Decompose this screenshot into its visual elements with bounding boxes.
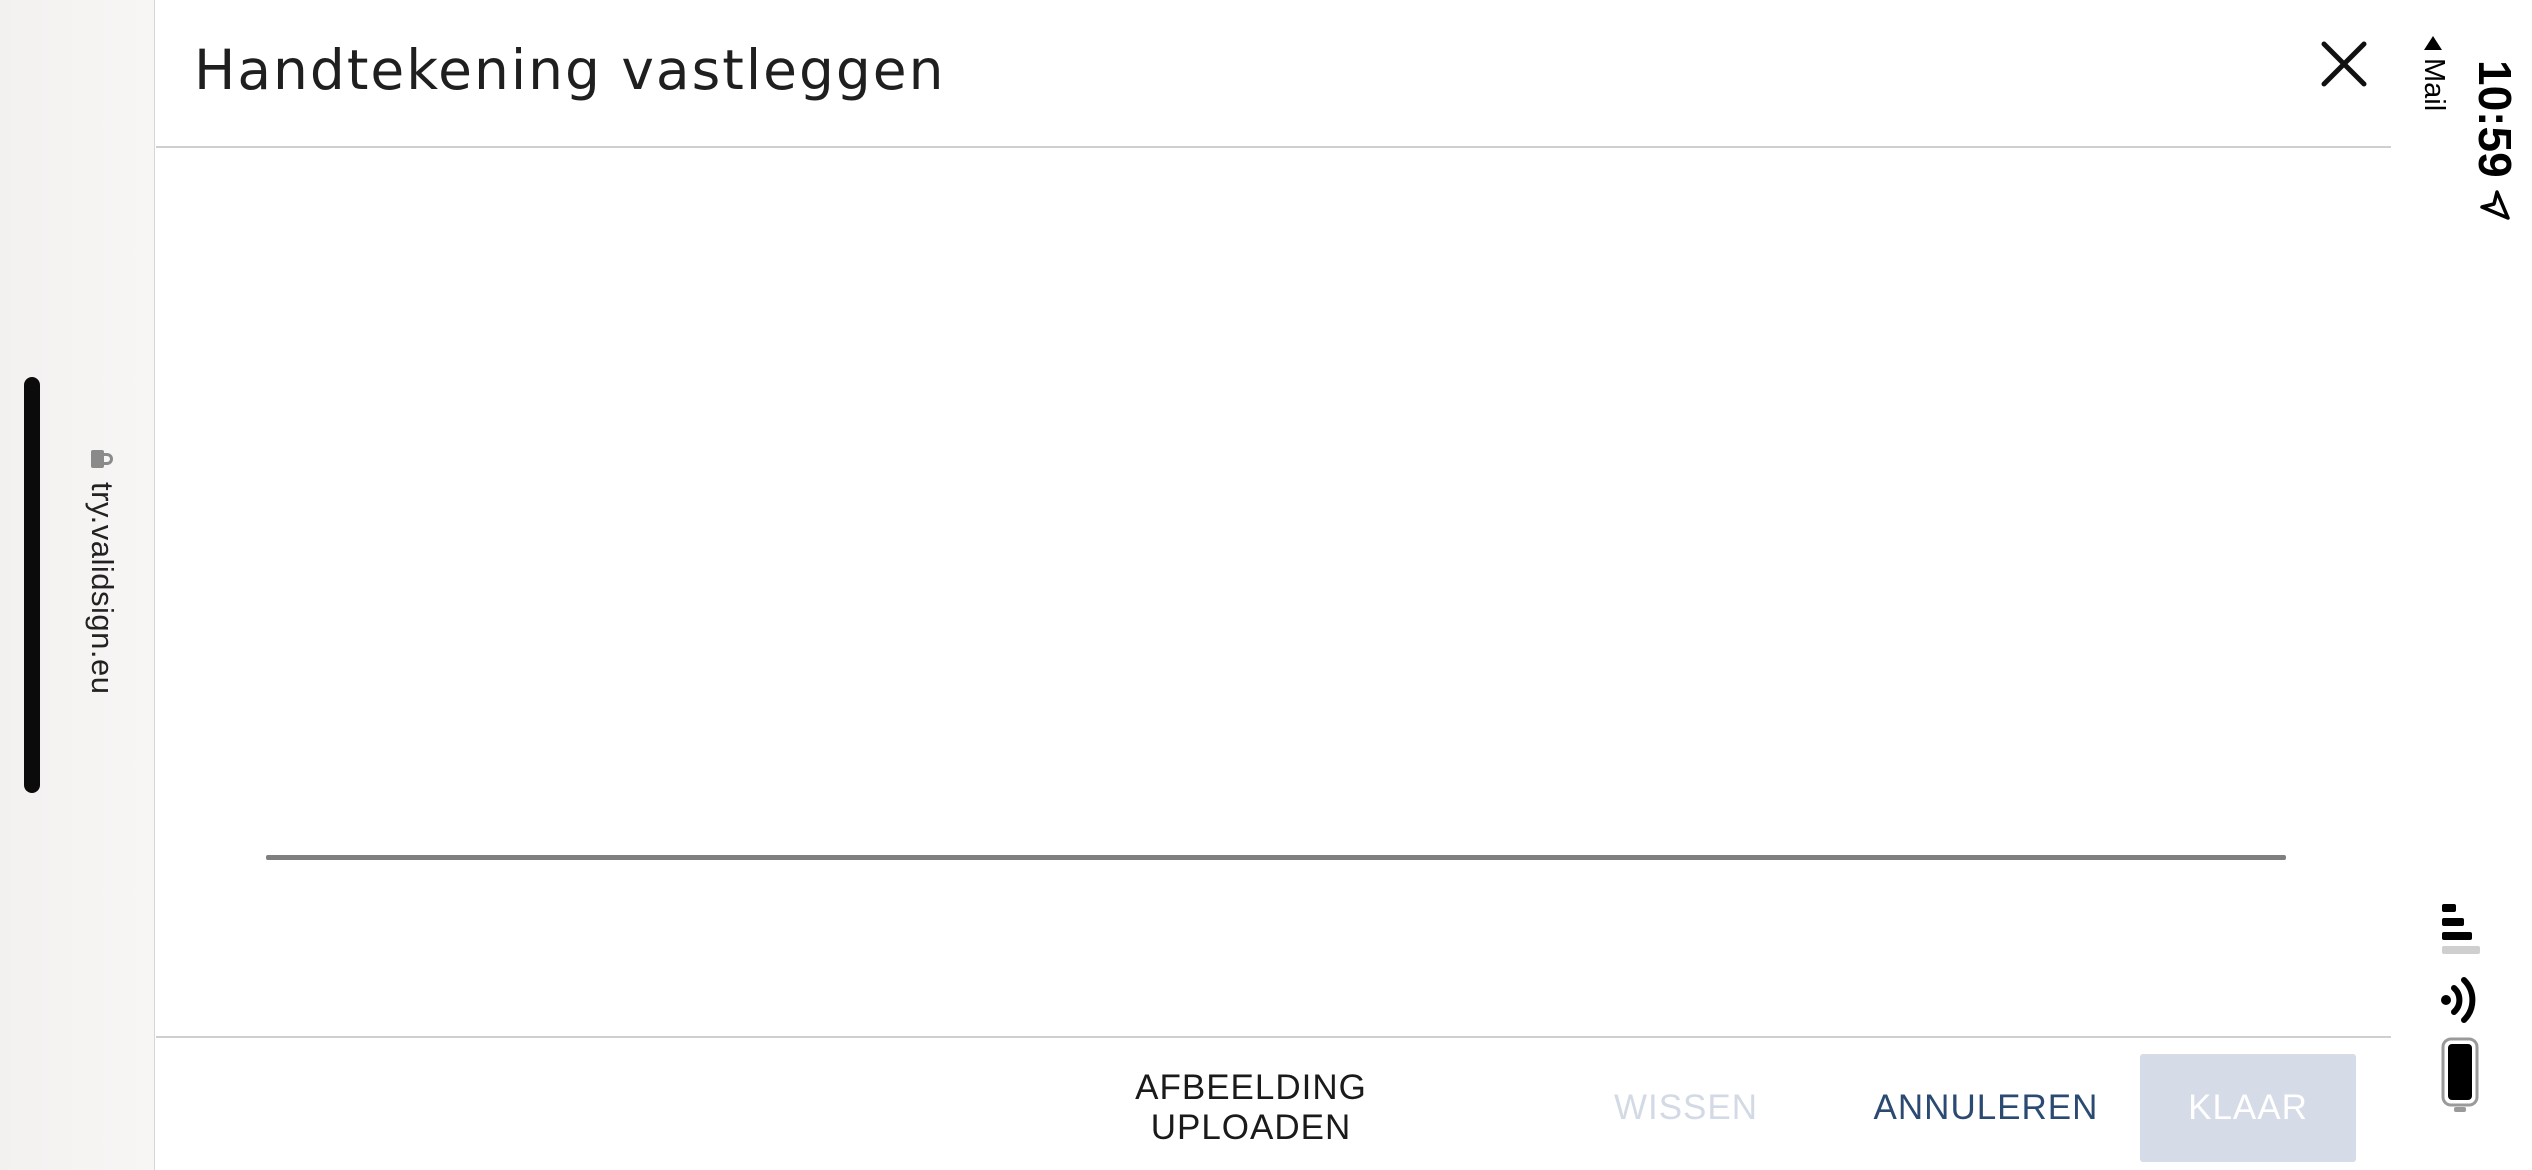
signature-canvas[interactable] [156, 150, 2391, 1038]
browser-address-strip: try.validsign.eu [0, 0, 155, 1170]
cancel-button[interactable]: ANNULEREN [1846, 1054, 2126, 1162]
location-arrow-icon [2480, 189, 2510, 220]
address-bar[interactable]: try.validsign.eu [70, 450, 120, 730]
back-arrow-icon [2424, 36, 2443, 50]
dialog-footer: AFBEELDING UPLOADEN WISSEN ANNULEREN KLA… [156, 1040, 2391, 1170]
signature-dialog: Handtekening vastleggen AFBEELDING UPLOA… [156, 0, 2391, 1170]
done-button[interactable]: KLAAR [2140, 1054, 2356, 1162]
back-to-app-button[interactable]: Mail [2417, 36, 2450, 111]
battery-icon [2441, 1037, 2479, 1112]
drag-handle[interactable] [24, 377, 40, 793]
signature-baseline [266, 855, 2286, 860]
cellular-signal-icon [2442, 904, 2480, 954]
lock-icon [91, 450, 113, 468]
close-icon [2321, 41, 2367, 87]
close-button[interactable] [2316, 36, 2372, 92]
wifi-icon [2441, 977, 2476, 1023]
upload-image-button[interactable]: AFBEELDING UPLOADEN [1056, 1054, 1446, 1162]
clear-button[interactable]: WISSEN [1586, 1054, 1786, 1162]
time-text: 10:59 [2469, 60, 2521, 178]
back-app-label: Mail [2418, 58, 2450, 112]
dialog-header: Handtekening vastleggen [156, 0, 2391, 148]
status-bar: 10:59 Mail [2392, 0, 2532, 1170]
url-text: try.validsign.eu [85, 482, 120, 695]
status-time: 10:59 [2468, 60, 2522, 222]
dialog-title: Handtekening vastleggen [194, 38, 946, 102]
